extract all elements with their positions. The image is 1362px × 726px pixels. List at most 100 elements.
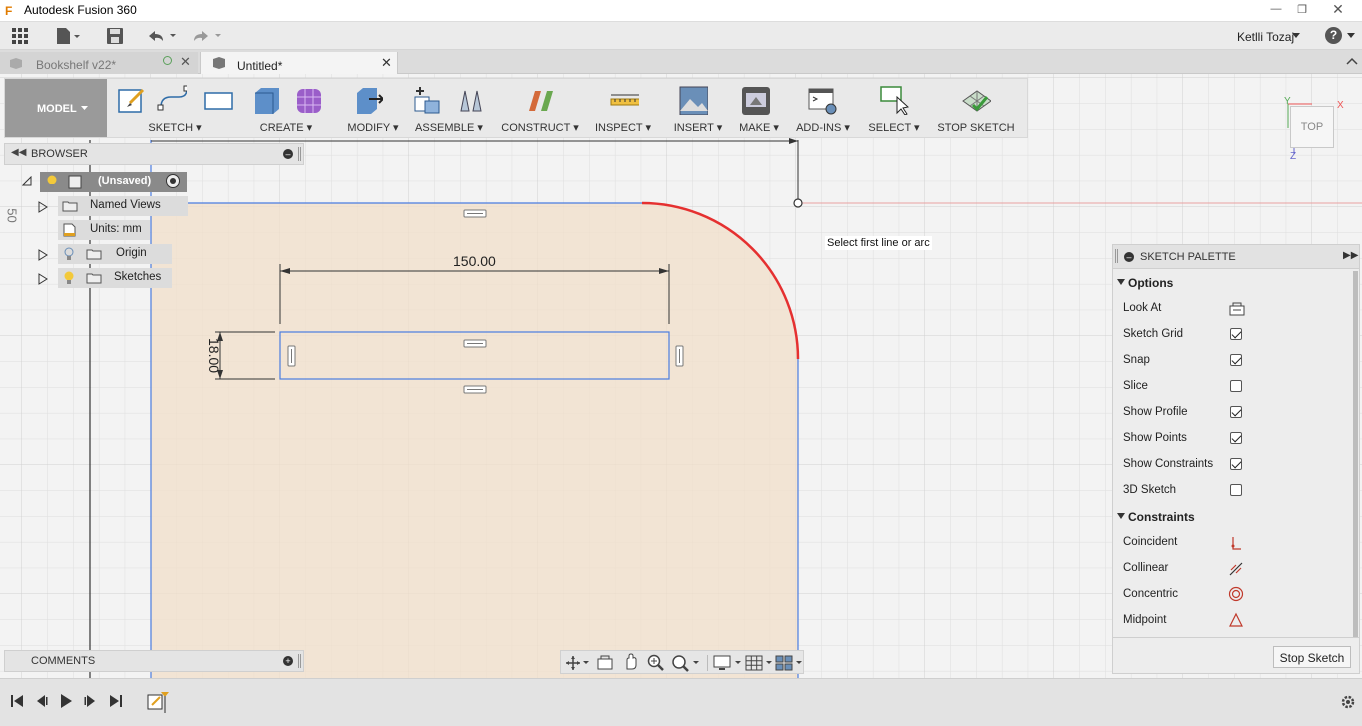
create-menu[interactable]: CREATE ▾ [245,121,327,134]
close-icon[interactable]: ✕ [1328,1,1348,17]
step-back-icon[interactable] [34,694,48,708]
restore-icon[interactable]: ❐ [1292,3,1312,17]
collinear-icon[interactable] [1228,561,1244,577]
expand-triangle-icon[interactable] [38,273,48,285]
comments-panel-header[interactable]: COMMENTS + [4,650,304,672]
help-dropdown-icon[interactable] [1347,33,1355,39]
zoom-icon[interactable] [647,654,665,672]
show-points-checkbox[interactable] [1230,432,1242,444]
minimize-palette-icon[interactable]: – [1124,252,1134,262]
display-settings-icon[interactable] [713,654,743,672]
option-show-points[interactable]: Show Points [1113,426,1353,452]
show-profile-checkbox[interactable] [1230,406,1242,418]
option-show-profile[interactable]: Show Profile [1113,400,1353,426]
new-component-icon[interactable] [411,85,441,115]
undo-icon[interactable] [145,28,179,44]
expand-triangle-icon[interactable] [38,201,48,213]
tab-untitled[interactable]: Untitled* ✕ [200,52,398,75]
collapse-browser-icon[interactable]: ◀◀ [11,147,26,158]
option-show-constraints[interactable]: Show Constraints [1113,452,1353,478]
option-3d-sketch[interactable]: 3D Sketch [1113,478,1353,504]
add-comment-icon[interactable]: + [283,656,293,666]
create-sketch-icon[interactable] [116,85,146,115]
close-tab-icon[interactable]: ✕ [180,54,191,70]
expand-palette-icon[interactable]: ▶▶ [1343,250,1358,261]
inspect-group[interactable]: INSPECT ▾ [591,79,655,137]
scripts-addins-icon[interactable] [807,85,837,115]
midpoint-icon[interactable] [1228,612,1244,628]
constraint-coincident[interactable]: Coincident [1113,530,1353,556]
minimize-browser-icon[interactable]: – [283,149,293,159]
make-group[interactable]: MAKE ▾ [735,79,783,137]
assemble-menu[interactable]: ASSEMBLE ▾ [411,121,487,134]
workspace-switcher[interactable]: MODEL [5,79,107,137]
look-at-icon[interactable] [597,655,613,671]
lightbulb-off-icon[interactable] [63,247,75,261]
palette-header[interactable]: – SKETCH PALETTE ▶▶ [1113,245,1359,269]
insert-group[interactable]: INSERT ▾ [661,79,735,137]
create-group[interactable]: CREATE ▾ [245,79,327,137]
rectangle-tool-icon[interactable] [203,85,233,115]
constraint-midpoint[interactable]: Midpoint [1113,608,1353,634]
assemble-group[interactable]: ASSEMBLE ▾ [411,79,487,137]
inspect-menu[interactable]: INSPECT ▾ [591,121,655,134]
show-constraints-checkbox[interactable] [1230,458,1242,470]
lightbulb-icon[interactable] [63,271,75,285]
options-section-header[interactable]: Options [1113,270,1353,296]
insert-image-icon[interactable] [678,85,708,115]
3d-sketch-checkbox[interactable] [1230,484,1242,496]
constraint-collinear[interactable]: Collinear [1113,556,1353,582]
user-name[interactable]: Ketlli Tozaj [1237,30,1294,44]
help-icon[interactable]: ? [1325,27,1342,44]
offset-plane-icon[interactable] [525,85,555,115]
option-look-at[interactable]: Look At [1113,296,1353,322]
expand-triangle-icon[interactable] [38,249,48,261]
select-icon[interactable] [879,85,909,115]
snap-checkbox[interactable] [1230,354,1242,366]
orbit-icon[interactable] [565,655,589,671]
line-tool-icon[interactable] [157,85,187,115]
coincident-icon[interactable] [1228,535,1244,551]
browser-item-units[interactable]: Units: mm [58,220,150,240]
go-to-end-icon[interactable] [109,694,123,708]
palette-scrollbar[interactable] [1353,271,1358,637]
timeline-settings-gear-icon[interactable] [1340,694,1356,710]
look-at-icon[interactable] [1229,301,1245,317]
width-dimension-value[interactable]: 150.00 [453,253,496,269]
resize-handle-icon[interactable] [298,654,301,668]
construct-menu[interactable]: CONSTRUCT ▾ [497,121,583,134]
browser-item-sketches[interactable]: Sketches [58,268,172,288]
browser-item-origin[interactable]: Origin [58,244,172,264]
height-dimension-value[interactable]: 18.00 [206,338,222,373]
view-cube[interactable]: TOP X Y Z [1282,96,1346,162]
create-form-icon[interactable] [293,85,323,115]
file-menu-icon[interactable] [55,27,83,45]
browser-item-named-views[interactable]: Named Views [58,196,188,216]
measure-icon[interactable] [609,85,639,115]
constraints-section-header[interactable]: Constraints [1113,504,1353,530]
activate-radio-icon[interactable] [166,174,180,188]
data-panel-grid-icon[interactable] [12,28,29,45]
user-dropdown-icon[interactable] [1292,33,1300,39]
construct-group[interactable]: CONSTRUCT ▾ [497,79,583,137]
sketch-group[interactable]: SKETCH ▾ [111,79,239,137]
resize-handle-icon[interactable] [298,147,301,161]
resize-handle-icon[interactable] [1115,249,1118,263]
zoom-window-icon[interactable] [671,654,701,672]
tab-bookshelf[interactable]: Bookshelf v22* ✕ [0,52,198,74]
grid-snaps-icon[interactable] [745,654,775,672]
go-to-start-icon[interactable] [10,694,24,708]
sketch-grid-checkbox[interactable] [1230,328,1242,340]
option-slice[interactable]: Slice [1113,374,1353,400]
collapse-triangle-icon[interactable] [22,176,32,186]
stop-sketch-button[interactable]: STOP SKETCH [931,122,1021,134]
option-sketch-grid[interactable]: Sketch Grid [1113,322,1353,348]
extrude-icon[interactable] [251,85,281,115]
stop-sketch-palette-button[interactable]: Stop Sketch [1273,646,1351,668]
stop-sketch-group[interactable]: STOP SKETCH [931,79,1021,137]
lightbulb-icon[interactable] [46,175,58,189]
joint-icon[interactable] [455,85,485,115]
addins-group[interactable]: ADD-INS ▾ [791,79,855,137]
select-group[interactable]: SELECT ▾ [863,79,925,137]
step-forward-icon[interactable] [84,694,98,708]
